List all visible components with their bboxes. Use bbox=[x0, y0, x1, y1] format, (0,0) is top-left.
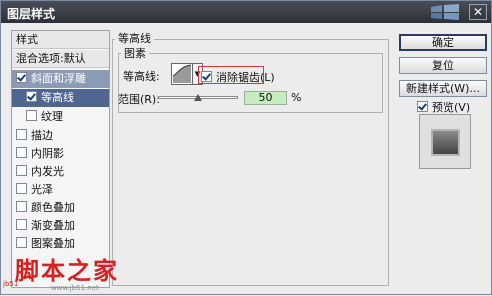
preview-checkbox[interactable] bbox=[417, 101, 428, 112]
title-bar[interactable]: 图层样式 ✕ bbox=[1, 1, 491, 23]
range-unit: % bbox=[291, 91, 302, 104]
antialias-option[interactable]: 消除锯齿(L) bbox=[201, 69, 275, 85]
contour-preview[interactable] bbox=[171, 63, 193, 85]
texture-checkbox[interactable] bbox=[26, 110, 37, 121]
contour-curve-icon bbox=[172, 64, 192, 83]
contour-label: 等高线: bbox=[123, 70, 160, 83]
watermark-small: jb51 bbox=[3, 280, 19, 288]
inner-glow-checkbox[interactable] bbox=[16, 165, 27, 176]
sidebar-item-label: 斜面和浮雕 bbox=[31, 72, 86, 85]
reset-button[interactable]: 复位 bbox=[399, 57, 487, 74]
sidebar-item-label: 纹理 bbox=[41, 110, 63, 123]
antialias-checkbox[interactable] bbox=[201, 71, 212, 82]
sidebar-item-inner-shadow[interactable]: 内阴影 bbox=[12, 145, 109, 163]
pattern-overlay-checkbox[interactable] bbox=[16, 237, 27, 248]
stroke-checkbox[interactable] bbox=[16, 129, 27, 140]
sidebar-item-color-overlay[interactable]: 颜色叠加 bbox=[12, 199, 109, 217]
range-label: 范围(R): bbox=[118, 93, 160, 106]
sidebar-item-label: 等高线 bbox=[41, 91, 74, 104]
sidebar-item-contour[interactable]: 等高线 bbox=[12, 89, 109, 107]
inner-shadow-checkbox[interactable] bbox=[16, 147, 27, 158]
close-button[interactable]: ✕ bbox=[469, 4, 487, 20]
layer-style-dialog: 图层样式 ✕ 样式 混合选项:默认 斜面和浮雕 等高线 纹理 描边 内阴影 内发… bbox=[0, 0, 492, 295]
sidebar-item-satin[interactable]: 光泽 bbox=[12, 181, 109, 199]
dialog-title: 图层样式 bbox=[7, 7, 56, 21]
sidebar-item-label: 描边 bbox=[31, 129, 53, 142]
watermark-url: www.jb51.net bbox=[51, 284, 99, 292]
blending-options-item[interactable]: 混合选项:默认 bbox=[12, 50, 109, 68]
watermark: 脚本之家 jb51 www.jb51.net bbox=[1, 249, 151, 296]
sidebar-item-label: 内发光 bbox=[31, 165, 64, 178]
bevel-emboss-checkbox[interactable] bbox=[16, 72, 27, 83]
color-overlay-checkbox[interactable] bbox=[16, 201, 27, 212]
contour-checkbox[interactable] bbox=[26, 91, 37, 102]
gradient-overlay-checkbox[interactable] bbox=[16, 219, 27, 230]
contour-group-title: 等高线 bbox=[115, 30, 154, 46]
sidebar-item-stroke[interactable]: 描边 bbox=[12, 127, 109, 145]
windows-logo-icon bbox=[431, 4, 459, 20]
sidebar-item-texture[interactable]: 纹理 bbox=[12, 108, 109, 126]
preview-label: 预览(V) bbox=[432, 101, 471, 114]
sidebar-item-gradient-overlay[interactable]: 渐变叠加 bbox=[12, 217, 109, 235]
sidebar-item-bevel-emboss[interactable]: 斜面和浮雕 bbox=[12, 70, 109, 88]
range-input[interactable]: 50 bbox=[244, 91, 287, 105]
sidebar-item-label: 渐变叠加 bbox=[31, 219, 75, 232]
sidebar-item-inner-glow[interactable]: 内发光 bbox=[12, 163, 109, 181]
sidebar-item-label: 光泽 bbox=[31, 183, 53, 196]
ok-button[interactable]: 确定 bbox=[399, 34, 487, 51]
new-style-button[interactable]: 新建样式(W)... bbox=[399, 80, 487, 97]
antialias-label: 消除锯齿(L) bbox=[216, 71, 275, 84]
preview-option[interactable]: 预览(V) bbox=[417, 99, 470, 115]
sidebar-item-label: 内阴影 bbox=[31, 147, 64, 160]
preview-swatch-square bbox=[431, 129, 460, 156]
range-slider-thumb[interactable] bbox=[194, 94, 202, 101]
watermark-text: 脚本之家 bbox=[15, 257, 119, 285]
styles-header[interactable]: 样式 bbox=[12, 31, 109, 49]
style-preview-swatch bbox=[419, 114, 471, 169]
satin-checkbox[interactable] bbox=[16, 183, 27, 194]
elements-group-title: 图素 bbox=[121, 45, 149, 61]
sidebar-item-label: 颜色叠加 bbox=[31, 201, 75, 214]
